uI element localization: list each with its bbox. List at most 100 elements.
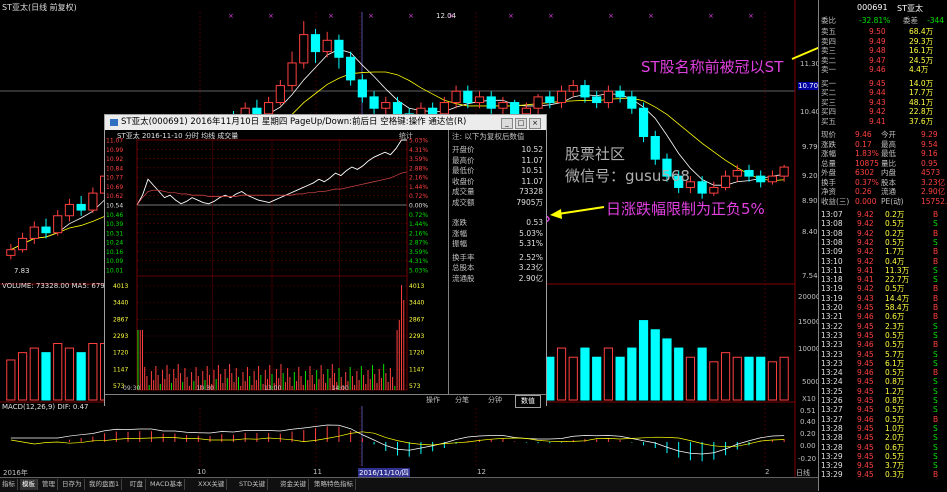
intraday-window[interactable]: ST亚太(000691) 2016年11月10日 星期四 PageUp/Down… xyxy=(104,114,547,408)
tick-cell: 13:09 xyxy=(821,247,843,257)
volume-bar xyxy=(674,347,684,401)
bottom-tab[interactable]: 模板 xyxy=(20,479,38,490)
ask-row[interactable]: 卖一 9.46 4.4万 xyxy=(821,65,946,74)
intraday-price-tick: 10.77 xyxy=(106,175,123,182)
ask-cell: 卖五 xyxy=(821,27,836,36)
tick-cell: 9.45 xyxy=(857,303,874,312)
tick-cell: 13:22 xyxy=(821,321,843,331)
watermark-line1: 股票社区 xyxy=(565,145,626,163)
bottom-tab[interactable]: 资金关键 xyxy=(278,479,309,490)
stat-cell: 内盘 xyxy=(881,168,896,177)
tick-cell: 13:23 xyxy=(821,349,843,359)
ask-row[interactable]: 卖二 9.47 24.5万 xyxy=(821,56,946,65)
tab-minute[interactable]: 分钟 xyxy=(483,395,507,406)
bid-row[interactable]: 买二 9.44 17.7万 xyxy=(821,88,946,97)
bottom-tab[interactable]: 日存为 xyxy=(60,479,85,490)
stock-code: 000691 xyxy=(857,3,888,12)
intraday-price-tick: 10.31 xyxy=(106,230,123,237)
stock-title: 000691 ST亚太 xyxy=(853,3,943,17)
intraday-price-tick: 10.16 xyxy=(106,249,123,256)
info-key: 流通股 xyxy=(452,273,475,283)
close-button[interactable]: × xyxy=(529,118,541,129)
volume-bar xyxy=(650,329,660,401)
intraday-chart[interactable]: 11.07 5.03% 10.99 4.31% 10.92 3.59% 10.84 2.88%… xyxy=(105,130,448,394)
candle-body xyxy=(638,107,649,138)
bottom-tab[interactable]: 盯盘 xyxy=(128,479,146,490)
window-titlebar[interactable]: ST亚太(000691) 2016年11月10日 星期四 PageUp/Down… xyxy=(105,115,546,130)
bid-row[interactable]: 买五 9.41 37.6万 xyxy=(821,117,946,126)
tick-cell: B xyxy=(933,284,939,294)
volume-bar xyxy=(88,342,98,401)
bottom-tab[interactable]: 管理 xyxy=(40,479,58,490)
tick-cell: 0.5万 xyxy=(885,451,905,461)
tick-cell: 13:24 xyxy=(821,377,843,387)
bid-cell: 48.1万 xyxy=(909,97,934,107)
overlay-tab-bar: 操作 分笔 分钟 数值 xyxy=(105,394,546,408)
intraday-price-tick: 10.54 xyxy=(106,203,123,210)
low-price-label: 7.83 xyxy=(14,267,30,275)
intraday-price-tick: 10.84 xyxy=(106,165,123,172)
tick-cell: 13:20 xyxy=(821,303,843,312)
info-header: 注: 以下为复权后数值 xyxy=(452,132,525,141)
intraday-price-tick: 10.46 xyxy=(106,212,123,219)
price-axis-label: 7.54 xyxy=(802,272,818,280)
ask-row[interactable]: 卖五 9.50 68.4万 xyxy=(821,27,946,36)
bottom-tab[interactable]: XXX关键 xyxy=(196,479,228,490)
volume-bar xyxy=(64,347,75,401)
tick-cell: 9.45 xyxy=(857,451,874,461)
candle-body xyxy=(88,192,98,211)
candle-body xyxy=(779,166,789,177)
intraday-price-tick: 10.39 xyxy=(106,221,123,228)
tab-ticks[interactable]: 分笔 xyxy=(450,395,474,406)
candle-body xyxy=(615,90,625,98)
candle-body xyxy=(287,62,297,87)
tick-cell: 9.42 xyxy=(857,256,874,266)
bid-row[interactable]: 买一 9.45 14.0万 xyxy=(821,79,946,88)
tick-row: 13:20 9.45 58.4万 B xyxy=(821,303,946,312)
watermark-line2: 微信号：gusu568 xyxy=(565,167,690,185)
bid-row[interactable]: 买四 9.42 22.8万 xyxy=(821,107,946,116)
info-value: 2.90亿 xyxy=(518,273,543,283)
candle-body xyxy=(510,102,520,115)
tick-row: 13:09 9.42 1.7万 B xyxy=(821,247,946,256)
bottom-tab[interactable]: 我的盘面1 xyxy=(87,479,123,490)
bottom-tab[interactable]: MACD基本 xyxy=(148,479,186,490)
tick-cell: 0.5万 xyxy=(885,284,905,294)
event-marker-icon: × xyxy=(408,12,414,20)
tick-cell: S xyxy=(933,433,938,443)
candle-body xyxy=(64,203,75,217)
intraday-pct-tick: 3.59% xyxy=(409,249,428,256)
intraday-pct-tick: 1.44% xyxy=(409,184,428,191)
bottom-tab[interactable]: 指标 xyxy=(0,479,18,490)
tick-row: 13:24 9.46 0.5万 B xyxy=(821,368,946,377)
maximize-button[interactable]: □ xyxy=(515,118,527,129)
macd-axis-label: -0.20 xyxy=(798,455,817,463)
volume-axis-label: 15000 xyxy=(798,318,821,326)
stat-cell: 10875 xyxy=(855,158,879,168)
stat-cell: 量比 xyxy=(881,158,896,168)
tab-values[interactable]: 数值 xyxy=(515,395,541,408)
ask-row[interactable]: 卖三 9.48 16.1万 xyxy=(821,46,946,55)
intraday-pct-tick: 0.00% xyxy=(409,203,428,210)
tick-cell: 0.5万 xyxy=(885,414,905,424)
candle-body xyxy=(41,226,51,234)
bid-cell: 22.8万 xyxy=(909,107,934,116)
tick-row: 13:28 9.45 0.6万 S xyxy=(821,443,946,452)
bottom-tab[interactable]: 策略特色指标 xyxy=(312,479,356,490)
tab-operate[interactable]: 操作 xyxy=(421,395,445,406)
intraday-pct-tick: 0.72% xyxy=(409,212,428,219)
volume-bar xyxy=(697,347,707,401)
event-marker-icon: × xyxy=(748,12,754,20)
ask-row[interactable]: 卖四 9.49 29.3万 xyxy=(821,37,946,46)
minimize-button[interactable]: _ xyxy=(501,118,513,129)
bid-row[interactable]: 买三 9.43 48.1万 xyxy=(821,98,946,107)
tick-cell: 9.42 xyxy=(857,228,874,238)
tick-cell: 13:28 xyxy=(821,442,843,452)
tick-cell: S xyxy=(933,237,938,247)
volume-bar xyxy=(709,361,719,401)
tick-row: 13:29 9.45 3.7万 S xyxy=(821,461,946,470)
bottom-tab[interactable]: STD关键 xyxy=(237,479,269,490)
candle-body xyxy=(498,102,508,109)
stat-row: 涨跌 0.17 最高 9.54 xyxy=(821,140,946,149)
tick-row: 13:25 9.45 1.2万 S xyxy=(821,387,946,396)
